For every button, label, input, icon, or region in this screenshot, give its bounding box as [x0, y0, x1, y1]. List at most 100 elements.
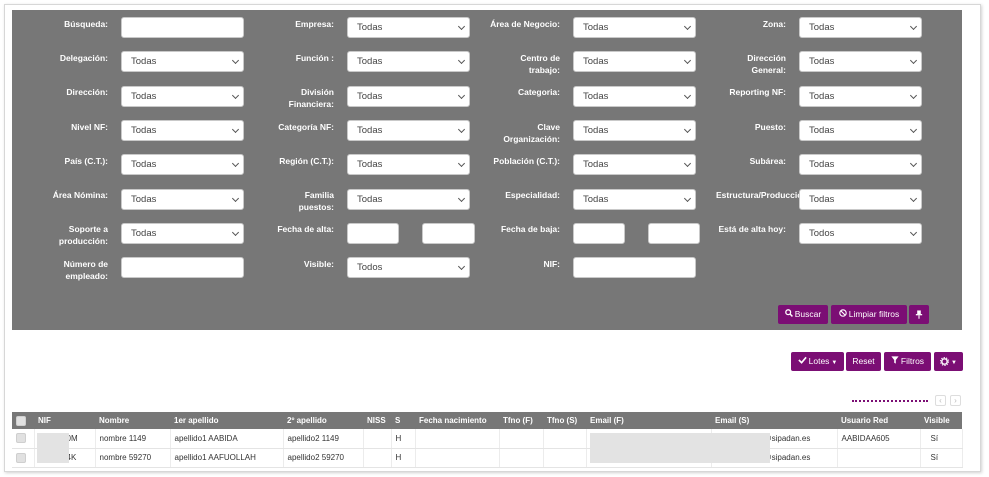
estructura-produccion-select[interactable]: Todas: [799, 189, 922, 210]
filter-icon: [891, 356, 899, 364]
numero-empleado-input[interactable]: [121, 257, 244, 278]
table-row[interactable]: 4K nombre 59270 apellido1 AAFUOLLAH apel…: [12, 448, 963, 468]
chevron-down-icon: [457, 262, 466, 271]
lotes-button[interactable]: Lotes ▼: [791, 352, 844, 371]
direccion-select[interactable]: Todas: [121, 86, 244, 107]
zona-select[interactable]: Todas: [799, 17, 922, 38]
table-row[interactable]: 0M nombre 1149 apellido1 AABIDA apellido…: [12, 429, 963, 449]
nivel-nf-select[interactable]: Todas: [121, 120, 244, 141]
categoria-select[interactable]: Todas: [573, 86, 696, 107]
column-header[interactable]: Email (F): [586, 412, 711, 429]
nivel-nf-label: Nivel NF:: [71, 122, 108, 132]
fecha-baja-to-input[interactable]: [648, 223, 700, 244]
cell-tfno-f: [499, 448, 544, 468]
pais-select[interactable]: Todas: [121, 154, 244, 175]
settings-button[interactable]: ▼: [934, 352, 963, 371]
cell-apellido2: apellido2 59270: [283, 448, 364, 468]
division-financiera-select[interactable]: Todas: [347, 86, 470, 107]
fecha-alta-from-input[interactable]: [347, 223, 399, 244]
filtros-label: Filtros: [900, 356, 925, 366]
chevron-down-icon: [683, 56, 692, 65]
direccion-general-select[interactable]: Todas: [799, 51, 922, 72]
cell-tfno-f: [499, 429, 544, 449]
cell-fecha-nacimiento: [415, 429, 500, 449]
puesto-select[interactable]: Todas: [799, 120, 922, 141]
estructura-produccion-value: Todas: [809, 194, 835, 205]
empresa-select[interactable]: Todas: [347, 17, 470, 38]
familia-puestos-select[interactable]: Todas: [347, 189, 470, 210]
funcion-select[interactable]: Todas: [347, 51, 470, 72]
select-all-checkbox[interactable]: [12, 412, 34, 429]
area-negocio-select[interactable]: Todas: [573, 17, 696, 38]
categoria-nf-select[interactable]: Todas: [347, 120, 470, 141]
zona-label: Zona:: [762, 19, 786, 29]
employees-table: NIF Nombre 1er apellido 2º apellido NISS…: [12, 412, 963, 468]
cell-nombre: nombre 1149: [95, 429, 171, 449]
column-header[interactable]: Email (S): [711, 412, 837, 429]
categoria-value: Todas: [583, 91, 609, 102]
column-header[interactable]: NIF: [34, 412, 95, 429]
area-nomina-label: Área Nómina:: [52, 190, 108, 200]
empresa-value: Todas: [357, 22, 383, 33]
filtros-button[interactable]: Filtros: [884, 352, 931, 371]
funcion-label: Función :: [295, 53, 334, 63]
visible-select[interactable]: Todos: [347, 257, 470, 278]
column-header[interactable]: Visible: [920, 412, 962, 429]
ban-icon: [838, 309, 847, 317]
nif-input[interactable]: [573, 257, 696, 278]
pin-button[interactable]: [909, 305, 929, 324]
buscar-button[interactable]: Buscar: [778, 305, 828, 324]
region-select[interactable]: Todas: [347, 154, 470, 175]
reset-button[interactable]: Reset: [846, 352, 881, 371]
column-header[interactable]: Tfno (F): [499, 412, 543, 429]
especialidad-select[interactable]: Todas: [573, 189, 696, 210]
column-header[interactable]: 2º apellido: [283, 412, 363, 429]
next-page-button[interactable]: ›: [950, 395, 961, 406]
esta-alta-hoy-value: Todos: [809, 228, 835, 239]
reporting-nf-value: Todas: [809, 91, 835, 102]
chevron-down-icon: [683, 125, 692, 134]
fecha-baja-from-input[interactable]: [573, 223, 625, 244]
column-header[interactable]: 1er apellido: [170, 412, 283, 429]
column-header[interactable]: S: [391, 412, 415, 429]
cell-sexo: H: [391, 448, 416, 468]
reporting-nf-label: Reporting NF:: [729, 87, 786, 97]
esta-alta-hoy-select[interactable]: Todos: [799, 223, 922, 244]
prev-page-button[interactable]: ‹: [935, 395, 946, 406]
reporting-nf-select[interactable]: Todas: [799, 86, 922, 107]
chevron-down-icon: [231, 194, 240, 203]
especialidad-value: Todas: [583, 194, 609, 205]
clave-organizacion-select[interactable]: Todas: [573, 120, 696, 141]
direccion-general-value: Todas: [809, 56, 835, 67]
column-header[interactable]: Fecha nacimiento: [415, 412, 499, 429]
row-checkbox[interactable]: [12, 429, 35, 449]
chevron-down-icon: [457, 125, 466, 134]
chevron-down-icon: [231, 56, 240, 65]
redacted-block: [590, 433, 770, 463]
column-header[interactable]: Nombre: [95, 412, 170, 429]
limpiar-filtros-button[interactable]: Limpiar filtros: [831, 305, 907, 324]
centro-trabajo-select[interactable]: Todas: [573, 51, 696, 72]
subarea-select[interactable]: Todas: [799, 154, 922, 175]
area-nomina-select[interactable]: Todas: [121, 189, 244, 210]
column-header[interactable]: Usuario Red: [837, 412, 920, 429]
cell-tfno-s: [543, 448, 587, 468]
area-negocio-value: Todas: [583, 22, 609, 33]
region-label: Región (C.T.):: [279, 156, 334, 166]
chevron-down-icon: [457, 56, 466, 65]
search-input[interactable]: [121, 17, 244, 38]
delegacion-select[interactable]: Todas: [121, 51, 244, 72]
column-header[interactable]: NISS: [363, 412, 391, 429]
lotes-label: Lotes: [808, 356, 830, 366]
poblacion-select[interactable]: Todas: [573, 154, 696, 175]
buscar-label: Buscar: [794, 309, 822, 319]
nif-label: NIF:: [543, 259, 560, 269]
cell-nombre: nombre 59270: [95, 448, 171, 468]
row-checkbox[interactable]: [12, 448, 35, 468]
area-nomina-value: Todas: [131, 194, 157, 205]
soporte-produccion-select[interactable]: Todas: [121, 223, 244, 244]
empresa-label: Empresa:: [295, 19, 334, 29]
column-header[interactable]: Tfno (S): [543, 412, 586, 429]
centro-trabajo-label: Centro de trabajo:: [520, 53, 560, 75]
fecha-alta-to-input[interactable]: [422, 223, 475, 244]
